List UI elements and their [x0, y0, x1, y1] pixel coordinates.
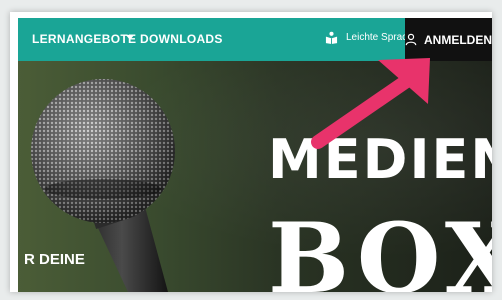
chevron-down-icon[interactable] [126, 35, 134, 40]
hero-title: MEDIEN [268, 128, 492, 191]
top-navigation: LERNANGEBOTE DOWNLOADS Leichte Sprache A… [18, 18, 492, 61]
book-reader-icon [325, 31, 338, 44]
hero-side-text: R DEINE [24, 251, 85, 268]
user-icon [405, 33, 417, 46]
login-label: ANMELDEN [424, 32, 492, 47]
nav-learning-offers[interactable]: LERNANGEBOTE [32, 32, 136, 46]
nav-downloads[interactable]: DOWNLOADS [140, 32, 223, 46]
login-button[interactable]: ANMELDEN [405, 18, 492, 61]
hero-subtitle: BOX [268, 202, 492, 293]
hero-banner: MEDIEN BOX R DEINE [18, 61, 492, 292]
